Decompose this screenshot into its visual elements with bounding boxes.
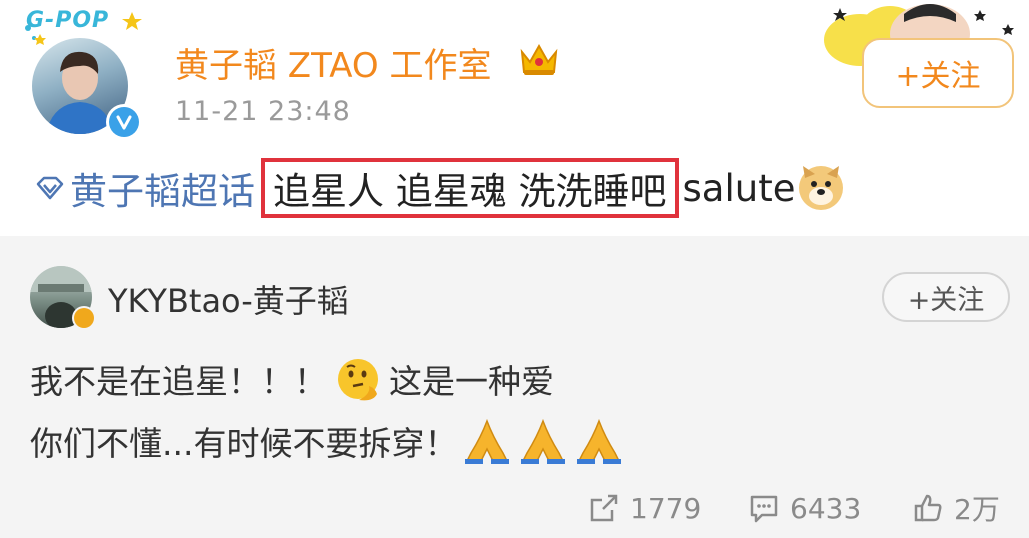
repost-verified-badge [72, 306, 96, 330]
repost-count-button[interactable]: 1779 [588, 486, 701, 530]
post-timestamp: 11-21 23:48 [175, 96, 351, 127]
comment-count: 6433 [790, 491, 862, 525]
repost-text-line2: 你们不懂...有时候不要拆穿！ [30, 416, 625, 466]
diamond-icon [36, 176, 64, 200]
folded-hands-icon [577, 418, 622, 464]
folded-hands-icon [465, 418, 510, 464]
repost-text-part1: 我不是在追星！！！ [30, 362, 327, 401]
comment-count-button[interactable]: 6433 [748, 486, 861, 530]
thumbs-up-icon [914, 494, 942, 522]
share-icon [590, 494, 618, 522]
doge-emoji-icon [799, 166, 844, 210]
repost-count: 1779 [630, 491, 702, 525]
trailing-text: salute [682, 166, 796, 210]
like-count: 2万 [954, 493, 1000, 526]
repost-text-line1: 我不是在追星！！！ 这是一种爱 [30, 354, 554, 404]
folded-hands-icon [521, 418, 566, 464]
verified-v-icon [116, 115, 132, 130]
repost-follow-button[interactable]: +关注 [882, 272, 1010, 322]
repost-card[interactable]: YKYBtao-黄子韬 +关注 我不是在追星！！！ 这是一种爱 你们不懂...有… [0, 236, 1029, 538]
crown-icon [520, 43, 558, 75]
weibo-post: G-POP 黄子韬 ZTAO 工作室 11-21 23:48 +关注 黄子韬超话… [0, 0, 1029, 538]
thinking-emoji-icon [338, 359, 378, 401]
avatar-badge-text: G-POP [26, 8, 110, 33]
super-topic-link[interactable]: 黄子韬超话 [34, 161, 255, 215]
highlighted-text: 追星人 追星魂 洗洗睡吧 [261, 158, 679, 218]
comment-icon [750, 495, 778, 523]
author-avatar-group[interactable]: G-POP [22, 8, 147, 140]
follow-button[interactable]: +关注 [862, 38, 1014, 108]
author-name[interactable]: 黄子韬 ZTAO 工作室 [175, 38, 491, 87]
verified-badge [106, 104, 142, 140]
repost-author-name[interactable]: YKYBtao-黄子韬 [108, 276, 349, 322]
repost-text-line2-text: 你们不懂...有时候不要拆穿！ [30, 424, 458, 463]
post-text: 黄子韬超话 追星人 追星魂 洗洗睡吧 salute [34, 158, 845, 218]
super-topic-label[interactable]: 黄子韬超话 [70, 161, 255, 215]
repost-text-part2: 这是一种爱 [389, 362, 554, 401]
like-count-button[interactable]: 2万 [912, 486, 1000, 530]
